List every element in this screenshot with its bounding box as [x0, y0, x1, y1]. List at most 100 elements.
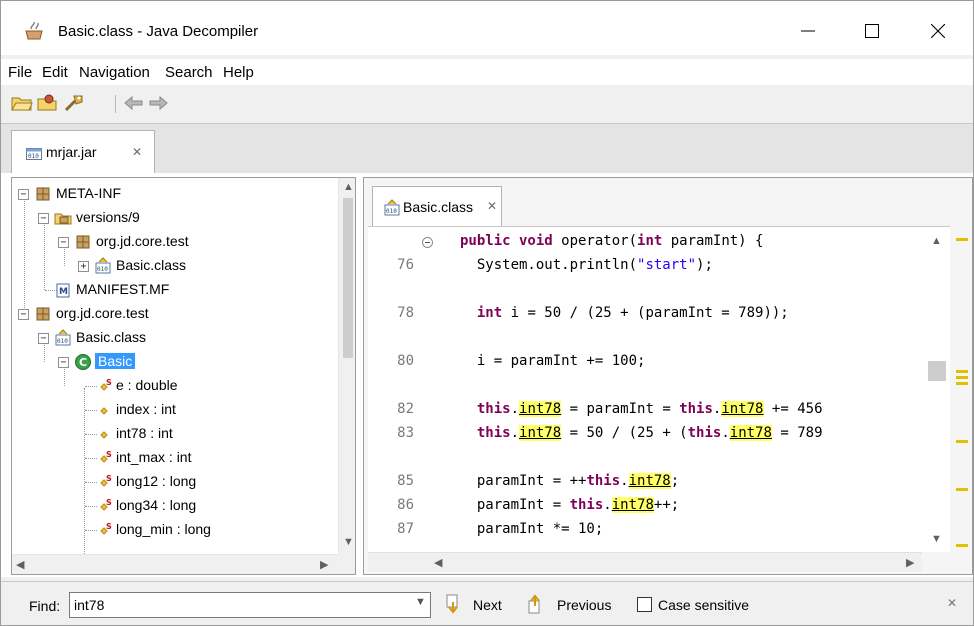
minimize-button[interactable]: [785, 15, 831, 47]
svg-text:S: S: [106, 378, 112, 387]
editor-panel: 010 Basic.class ✕ public void operator(i…: [363, 177, 973, 575]
occurrence-marker[interactable]: [956, 238, 968, 241]
open-type-icon[interactable]: [37, 93, 59, 113]
menu-help[interactable]: Help: [223, 64, 254, 81]
static-field-icon: S: [96, 521, 114, 539]
svg-text:C: C: [79, 356, 87, 369]
scroll-up-icon[interactable]: ▲: [931, 235, 942, 247]
code-horizontal-scrollbar[interactable]: ◀ ▶: [368, 552, 922, 572]
package-tree: − META-INF − versions/9 − org.jd.core.te…: [11, 177, 356, 575]
field-icon: [96, 425, 114, 443]
tree-horizontal-scrollbar[interactable]: ◀ ▶: [12, 554, 338, 574]
scroll-corner: [338, 554, 355, 574]
occurrence-marker[interactable]: [956, 488, 968, 491]
forward-arrow-icon[interactable]: [147, 93, 169, 113]
static-field-icon: S: [96, 377, 114, 395]
close-find-icon[interactable]: ✕: [947, 596, 957, 610]
menu-search[interactable]: Search: [165, 64, 213, 81]
find-label: Find:: [29, 598, 61, 614]
code-line: public void operator(int paramInt) {: [368, 231, 928, 255]
occurrence-marker[interactable]: [956, 544, 968, 547]
manifest-icon: M: [54, 281, 72, 299]
find-next-icon[interactable]: [445, 594, 461, 614]
static-field-icon: S: [96, 497, 114, 515]
close-button[interactable]: [915, 15, 961, 47]
class-icon: C: [74, 353, 92, 371]
menu-navigation[interactable]: Navigation: [79, 64, 150, 81]
scroll-thumb[interactable]: [343, 198, 353, 358]
occurrence-marker[interactable]: [956, 376, 968, 379]
back-arrow-icon[interactable]: [123, 93, 145, 113]
jar-file-icon: 010: [26, 147, 42, 163]
menu-file[interactable]: File: [8, 64, 32, 81]
find-input[interactable]: [69, 592, 431, 618]
package-icon: [74, 233, 92, 251]
open-folder-icon[interactable]: [11, 93, 33, 113]
case-sensitive-checkbox[interactable]: [637, 597, 652, 612]
window-title: Basic.class - Java Decompiler: [58, 23, 259, 40]
scroll-right-icon[interactable]: ▶: [906, 556, 914, 569]
folder-package-icon: [54, 209, 72, 227]
search-icon[interactable]: [63, 93, 85, 113]
code-line: 76 System.out.println("start");: [397, 257, 713, 273]
svg-text:S: S: [106, 450, 112, 459]
tree-connector: [84, 388, 85, 558]
svg-text:010: 010: [97, 266, 108, 273]
package-icon: [34, 185, 52, 203]
scroll-left-icon[interactable]: ◀: [16, 558, 24, 571]
menu-edit[interactable]: Edit: [42, 64, 68, 81]
app-window: Basic.class - Java Decompiler File Edit …: [0, 0, 974, 626]
tab-label: mrjar.jar: [46, 144, 97, 160]
svg-text:010: 010: [28, 153, 39, 160]
scroll-up-icon[interactable]: ▲: [343, 181, 354, 193]
class-file-icon: 010: [383, 199, 401, 217]
svg-text:010: 010: [386, 208, 397, 215]
svg-text:S: S: [106, 474, 112, 483]
static-field-icon: S: [96, 449, 114, 467]
tree-connector: [24, 196, 25, 316]
occurrence-marker[interactable]: [956, 370, 968, 373]
case-sensitive-label[interactable]: Case sensitive: [658, 597, 749, 613]
package-icon: [34, 305, 52, 323]
code-line: 78 int i = 50 / (25 + (paramInt = 789));: [397, 305, 789, 321]
scroll-down-icon[interactable]: ▼: [931, 533, 942, 545]
code-line: 85 paramInt = ++this.int78;: [397, 473, 680, 489]
occurrence-marker[interactable]: [956, 382, 968, 385]
svg-text:010: 010: [57, 338, 68, 345]
tree-connector: [44, 220, 45, 290]
tab-basic-class[interactable]: 010 Basic.class ✕: [372, 186, 502, 226]
main-content: − META-INF − versions/9 − org.jd.core.te…: [1, 173, 973, 577]
fold-toggle-icon[interactable]: [422, 237, 433, 248]
toolbar-separator: [115, 95, 116, 113]
title-bar: Basic.class - Java Decompiler: [1, 1, 973, 55]
toolbar: [1, 89, 973, 119]
code-line: 83 this.int78 = 50 / (25 + (this.int78 =…: [397, 425, 823, 441]
code-line: 80 i = paramInt += 100;: [397, 353, 646, 369]
java-decompiler-logo-icon: [23, 21, 45, 41]
tab-mrjar[interactable]: 010 mrjar.jar ✕: [11, 130, 155, 174]
tree-vertical-scrollbar[interactable]: ▲ ▼: [338, 178, 355, 554]
field-icon: [96, 401, 114, 419]
code-line: 87 paramInt *= 10;: [397, 521, 604, 537]
scroll-right-icon[interactable]: ▶: [320, 558, 328, 571]
code-vertical-scrollbar[interactable]: ▲ ▼: [922, 227, 950, 552]
menu-bar: File Edit Navigation Search Help: [1, 59, 973, 85]
occurrence-marker[interactable]: [956, 440, 968, 443]
find-previous-icon[interactable]: [527, 594, 543, 614]
maximize-button[interactable]: [849, 15, 895, 47]
class-file-icon: 010: [54, 329, 72, 347]
code-line: 82 this.int78 = paramInt = this.int78 +=…: [397, 401, 823, 417]
scroll-down-icon[interactable]: ▼: [343, 536, 354, 548]
find-bar: Find: ▼ Next Previous Case sensitive ✕: [1, 581, 973, 625]
close-tab-icon[interactable]: ✕: [132, 145, 142, 159]
overview-ruler[interactable]: [954, 226, 972, 572]
close-tab-icon[interactable]: ✕: [487, 199, 497, 213]
find-next-button[interactable]: Next: [473, 597, 502, 613]
scroll-thumb[interactable]: [928, 361, 946, 381]
code-editor[interactable]: public void operator(int paramInt) { 76 …: [368, 226, 950, 552]
chevron-down-icon[interactable]: ▼: [415, 596, 426, 608]
editor-tab-label: Basic.class: [403, 199, 474, 215]
svg-text:S: S: [106, 522, 112, 531]
scroll-left-icon[interactable]: ◀: [434, 556, 442, 569]
find-previous-button[interactable]: Previous: [557, 597, 611, 613]
